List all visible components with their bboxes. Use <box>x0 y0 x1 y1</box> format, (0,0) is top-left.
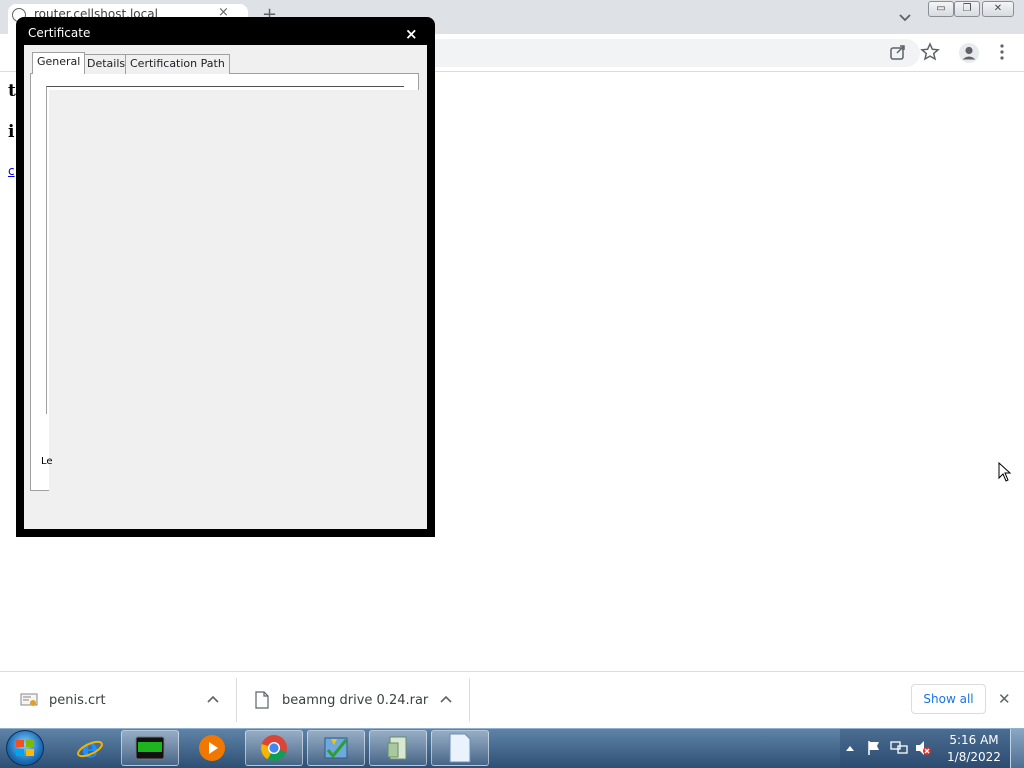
chrome-icon <box>261 735 287 762</box>
download-item-name[interactable]: beamng drive 0.24.rar <box>282 693 428 708</box>
window-close-button[interactable]: ✕ <box>982 1 1014 17</box>
certificate-file-icon <box>20 693 38 706</box>
unrendered-area <box>49 90 427 492</box>
share-icon[interactable] <box>888 42 908 62</box>
security-warning-icon <box>324 737 348 759</box>
media-player-icon <box>199 735 225 761</box>
action-center-flag-icon[interactable] <box>866 740 882 756</box>
shelf-divider <box>469 678 470 722</box>
notepad-icon <box>449 733 471 763</box>
cut-off-label: Le <box>41 456 53 467</box>
terminal-icon <box>135 736 165 760</box>
download-item-name[interactable]: penis.crt <box>49 693 106 708</box>
tab-details[interactable]: Details <box>82 54 131 74</box>
show-all-button[interactable]: Show all <box>911 684 986 714</box>
file-icon <box>255 691 269 709</box>
close-icon[interactable]: ✕ <box>998 690 1011 708</box>
svg-text:e: e <box>82 734 99 762</box>
chevron-up-icon[interactable] <box>206 694 220 704</box>
minimize-button[interactable]: ▭ <box>928 1 954 17</box>
document-icon <box>387 736 407 760</box>
windows-logo-icon <box>16 740 34 756</box>
shelf-divider <box>236 678 237 722</box>
chevron-up-icon[interactable] <box>439 694 453 704</box>
dialog-title: Certificate <box>28 26 91 40</box>
mouse-cursor-icon <box>998 462 1012 482</box>
tab-search-chevron-icon[interactable] <box>896 8 914 26</box>
network-icon[interactable] <box>890 740 908 756</box>
tab-general[interactable]: General <box>32 52 86 74</box>
restore-button[interactable]: ❐ <box>954 1 980 17</box>
download-shelf <box>0 671 1024 728</box>
star-icon[interactable] <box>920 42 940 62</box>
menu-icon[interactable] <box>992 42 1012 62</box>
clock-time[interactable]: 5:16 AM <box>946 733 1002 747</box>
volume-muted-icon[interactable] <box>914 740 932 756</box>
tab-certification-path[interactable]: Certification Path <box>125 54 230 74</box>
page-link[interactable]: c <box>8 164 15 178</box>
profile-icon[interactable] <box>958 42 980 64</box>
show-desktop-button[interactable] <box>1010 729 1024 768</box>
clock-date[interactable]: 1/8/2022 <box>946 750 1002 764</box>
dialog-close-button[interactable]: × <box>405 25 418 43</box>
tray-expand-icon[interactable] <box>845 744 855 752</box>
internet-explorer-icon: e <box>77 734 103 762</box>
page-text-fragment: i <box>8 122 15 142</box>
